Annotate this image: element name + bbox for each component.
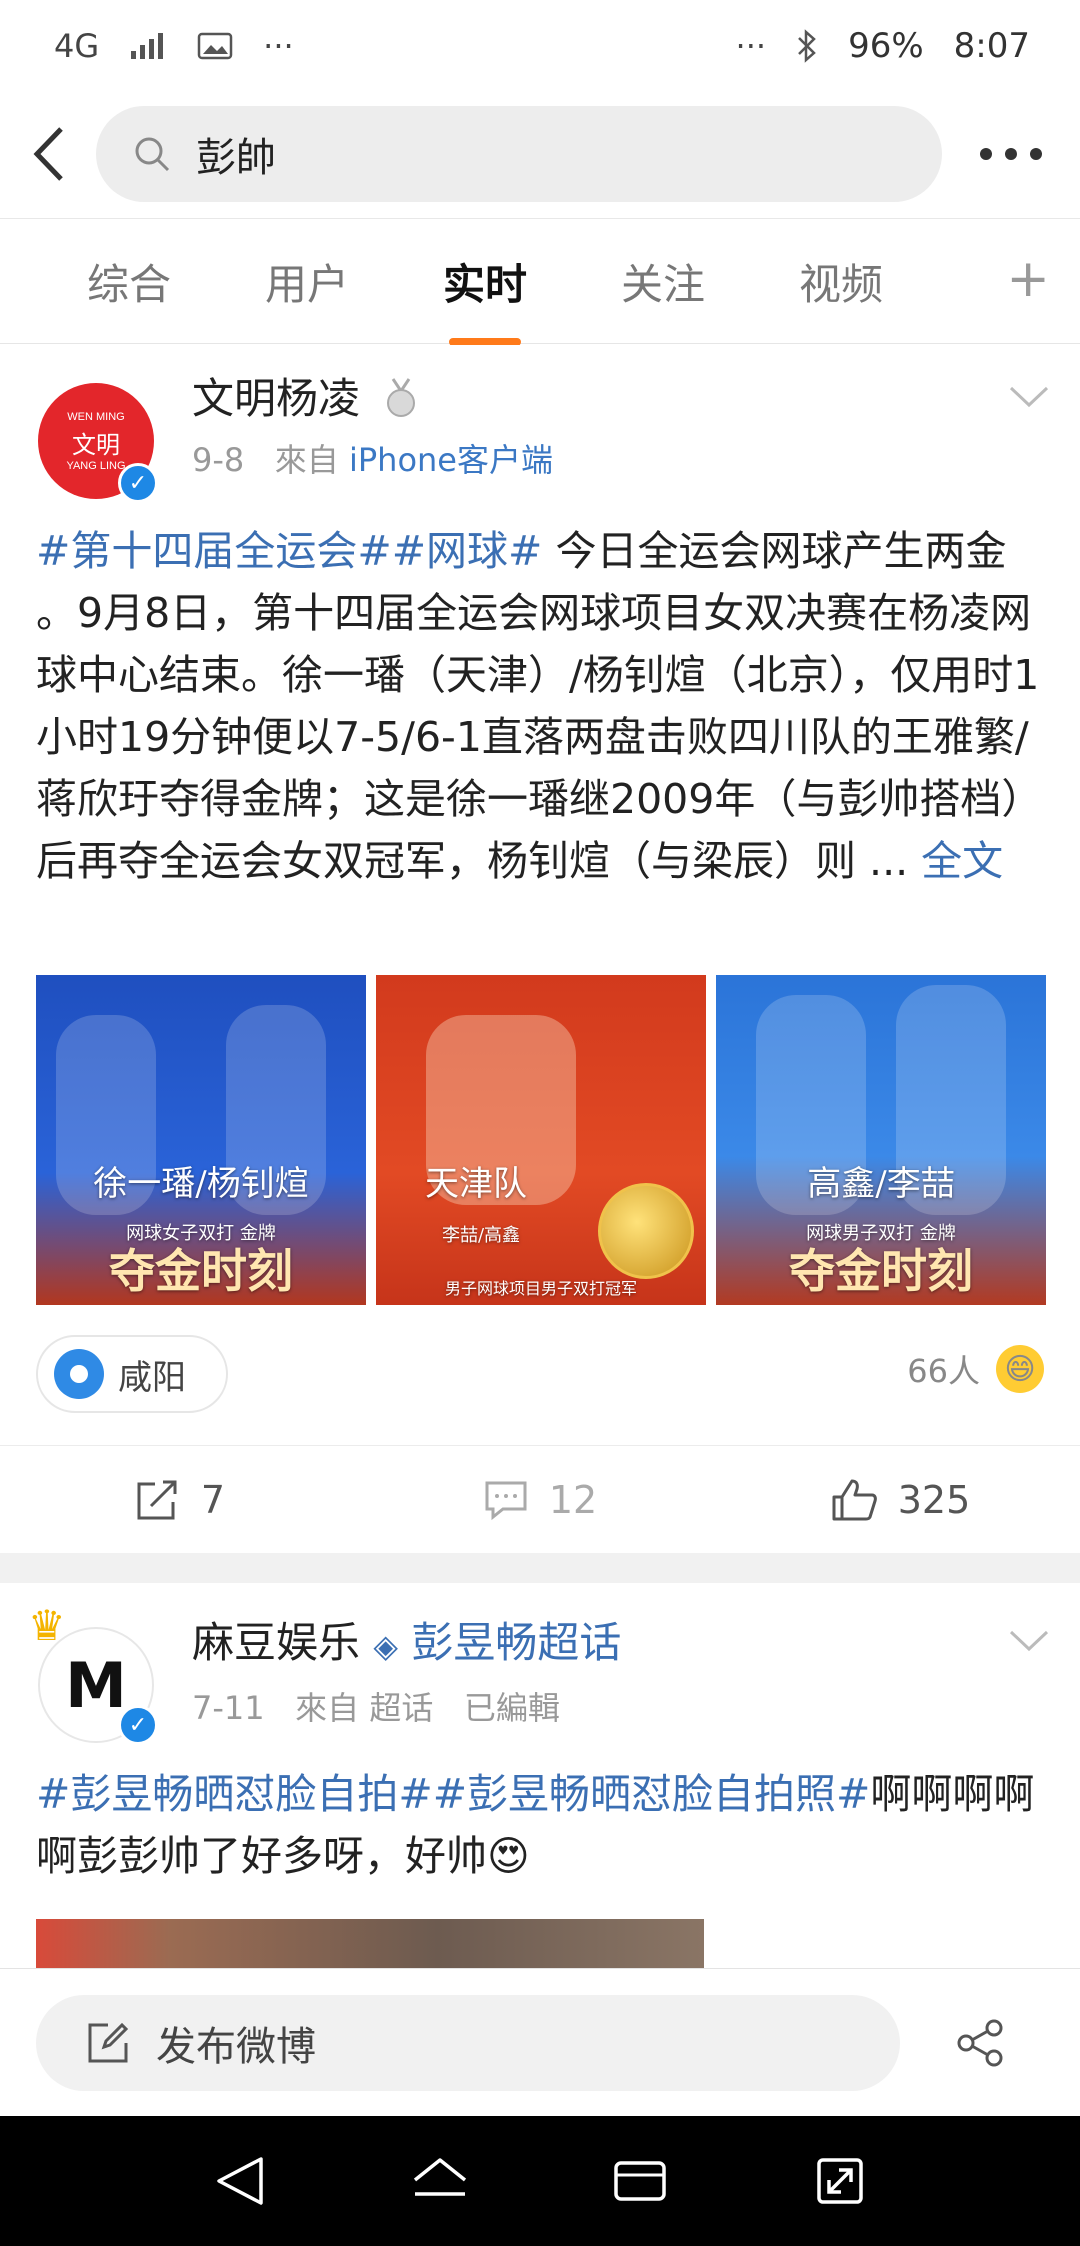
- image-icon: [197, 32, 233, 60]
- search-input[interactable]: 彭帥: [96, 106, 942, 202]
- edited-label: 已編輯: [463, 1689, 560, 1727]
- post-author[interactable]: 文明杨凌: [192, 365, 421, 426]
- medal-icon: [387, 378, 416, 417]
- signal-icon: [131, 33, 164, 59]
- post-text: #彭昱畅晒怼脸自拍##彭昱畅晒怼脸自拍照#啊啊啊啊啊彭彭帅了好多呀，好帅😍: [36, 1763, 1046, 1887]
- recents-icon: [614, 2161, 666, 2201]
- share-arrow-icon: [137, 1480, 177, 1519]
- crown-icon: ♛: [28, 1601, 66, 1650]
- post-image[interactable]: 徐一璠/杨钊煊 网球女子双打 金牌 夺金时刻: [36, 975, 366, 1305]
- chevron-left-icon: [33, 127, 63, 181]
- search-tabs: 综合 用户 实时 关注 视频 +: [0, 218, 1080, 346]
- nav-back-button[interactable]: [200, 2141, 280, 2221]
- heart-eyes-emoji-icon: 😍: [487, 1832, 530, 1880]
- more-status-label: ···: [735, 27, 767, 65]
- image-banner: 夺金时刻: [789, 1244, 973, 1298]
- repost-count: 7: [200, 1477, 226, 1522]
- back-button[interactable]: [0, 104, 96, 204]
- image-caption: 高鑫/李喆: [807, 1164, 955, 1204]
- tab-following[interactable]: 关注: [574, 251, 752, 312]
- post-images: 徐一璠/杨钊煊 网球女子双打 金牌 夺金时刻 天津队 李喆/高鑫 男子网球项目男…: [36, 975, 1046, 1305]
- post-text: #第十四届全运会##网球# 今日全运会网球产生两金 。9月8日，第十四届全运会网…: [36, 520, 1046, 892]
- post-from-label: 來自: [274, 441, 339, 479]
- avatar-logo-text: WEN MING: [67, 410, 125, 423]
- avatar-logo-text-2: YANG LING: [66, 459, 126, 472]
- gold-medal-icon: [598, 1183, 694, 1279]
- tab-comprehensive[interactable]: 综合: [40, 251, 218, 312]
- more-horizontal-icon: [980, 148, 1042, 160]
- full-text-link[interactable]: 全文: [921, 837, 1003, 885]
- more-options-button[interactable]: [942, 104, 1080, 204]
- post-actions: 7 12 325: [0, 1445, 1080, 1553]
- post-source[interactable]: 超话: [369, 1689, 433, 1727]
- home-icon: [413, 2158, 467, 2196]
- like-button[interactable]: 325: [720, 1477, 1080, 1523]
- compose-placeholder: 发布微博: [156, 2023, 316, 2070]
- likers-count: 66人: [907, 1352, 980, 1390]
- feed-post: WEN MING 文明 YANG LING ✓ 文明杨凌 9-8 來自 iPho…: [0, 345, 1080, 1553]
- verified-badge-icon: ✓: [118, 463, 158, 503]
- add-tab-icon[interactable]: +: [1006, 249, 1050, 309]
- likers-summary[interactable]: 66人 😄: [907, 1345, 1044, 1393]
- share-button[interactable]: [950, 2013, 1010, 2073]
- location-tag[interactable]: 咸阳: [36, 1335, 228, 1413]
- battery-percent: 96%: [848, 26, 924, 66]
- tab-video[interactable]: 视频: [752, 251, 930, 312]
- comment-icon: [485, 1481, 527, 1520]
- grin-emoji-icon: 😄: [996, 1345, 1044, 1393]
- diamond-icon: ◈: [373, 1627, 398, 1665]
- repost-button[interactable]: 7: [0, 1478, 360, 1522]
- nav-expand-button[interactable]: [800, 2141, 880, 2221]
- triangle-back-icon: [217, 2157, 263, 2205]
- compose-input[interactable]: 发布微博: [36, 1994, 900, 2091]
- image-banner: 男子网球项目男子双打冠军: [444, 1279, 637, 1298]
- search-icon: [135, 137, 170, 172]
- edit-icon: [88, 2022, 129, 2062]
- tab-users[interactable]: 用户: [218, 251, 396, 312]
- search-header: 彭帥: [0, 92, 1080, 216]
- post-from-label: 來自: [295, 1689, 360, 1727]
- feed-post: M ♛ ✓ 麻豆娱乐 ◈ 彭昱畅超话 7-11 來自 超话 已編輯 #彭昱畅晒怼…: [0, 1583, 1080, 1983]
- post-menu-chevron-icon[interactable]: [1008, 377, 1050, 418]
- post-meta: 7-11 來自 超话 已編輯: [192, 1683, 560, 1729]
- post-source[interactable]: iPhone客户端: [349, 441, 553, 479]
- post-body: 今日全运会网球产生两金 。9月8日，第十四届全运会网球项目女双决赛在杨凌网球中心…: [36, 527, 1043, 885]
- verified-badge-icon: ✓: [118, 1705, 158, 1745]
- post-image[interactable]: 天津队 李喆/高鑫 男子网球项目男子双打冠军: [376, 975, 706, 1305]
- status-bar: 4G ··· ··· 96% 8:07: [0, 0, 1080, 92]
- post-date: 7-11: [192, 1689, 265, 1727]
- comment-button[interactable]: 12: [360, 1478, 720, 1522]
- post-divider: [0, 1553, 1080, 1583]
- post-hashtags[interactable]: #彭昱畅晒怼脸自拍##彭昱畅晒怼脸自拍照#: [36, 1770, 870, 1818]
- like-count: 325: [897, 1477, 971, 1522]
- thumbs-up-icon: [832, 1479, 877, 1520]
- location-pin-icon: [54, 1349, 104, 1399]
- system-navigation-bar: [0, 2116, 1080, 2246]
- avatar-logo-mark: 文明: [72, 430, 120, 459]
- nav-recents-button[interactable]: [600, 2141, 680, 2221]
- bluetooth-icon: [798, 29, 816, 63]
- tab-realtime[interactable]: 实时: [396, 251, 574, 346]
- post-meta: 9-8 來自 iPhone客户端: [192, 435, 553, 481]
- nav-home-button[interactable]: [400, 2141, 480, 2221]
- time: 8:07: [953, 26, 1030, 66]
- post-author[interactable]: 麻豆娱乐 ◈ 彭昱畅超话: [192, 1609, 621, 1670]
- post-hashtags[interactable]: #第十四届全运会##网球#: [36, 527, 542, 575]
- search-query: 彭帥: [196, 135, 276, 181]
- post-menu-chevron-icon[interactable]: [1008, 1621, 1050, 1662]
- post-date: 9-8: [192, 441, 245, 479]
- compose-bar: 发布微博: [0, 1968, 1080, 2116]
- image-caption: 徐一璠/杨钊煊: [93, 1164, 309, 1204]
- location-label: 咸阳: [118, 1357, 186, 1398]
- comment-count: 12: [548, 1477, 598, 1522]
- expand-icon: [817, 2158, 863, 2204]
- share-icon: [957, 2019, 1003, 2066]
- network-label: 4G: [54, 27, 100, 65]
- image-banner: 夺金时刻: [109, 1244, 293, 1298]
- supertopic-link[interactable]: 彭昱畅超话: [411, 1618, 621, 1667]
- post-image[interactable]: 高鑫/李喆 网球男子双打 金牌 夺金时刻: [716, 975, 1046, 1305]
- more-notifications-label: ···: [263, 27, 294, 65]
